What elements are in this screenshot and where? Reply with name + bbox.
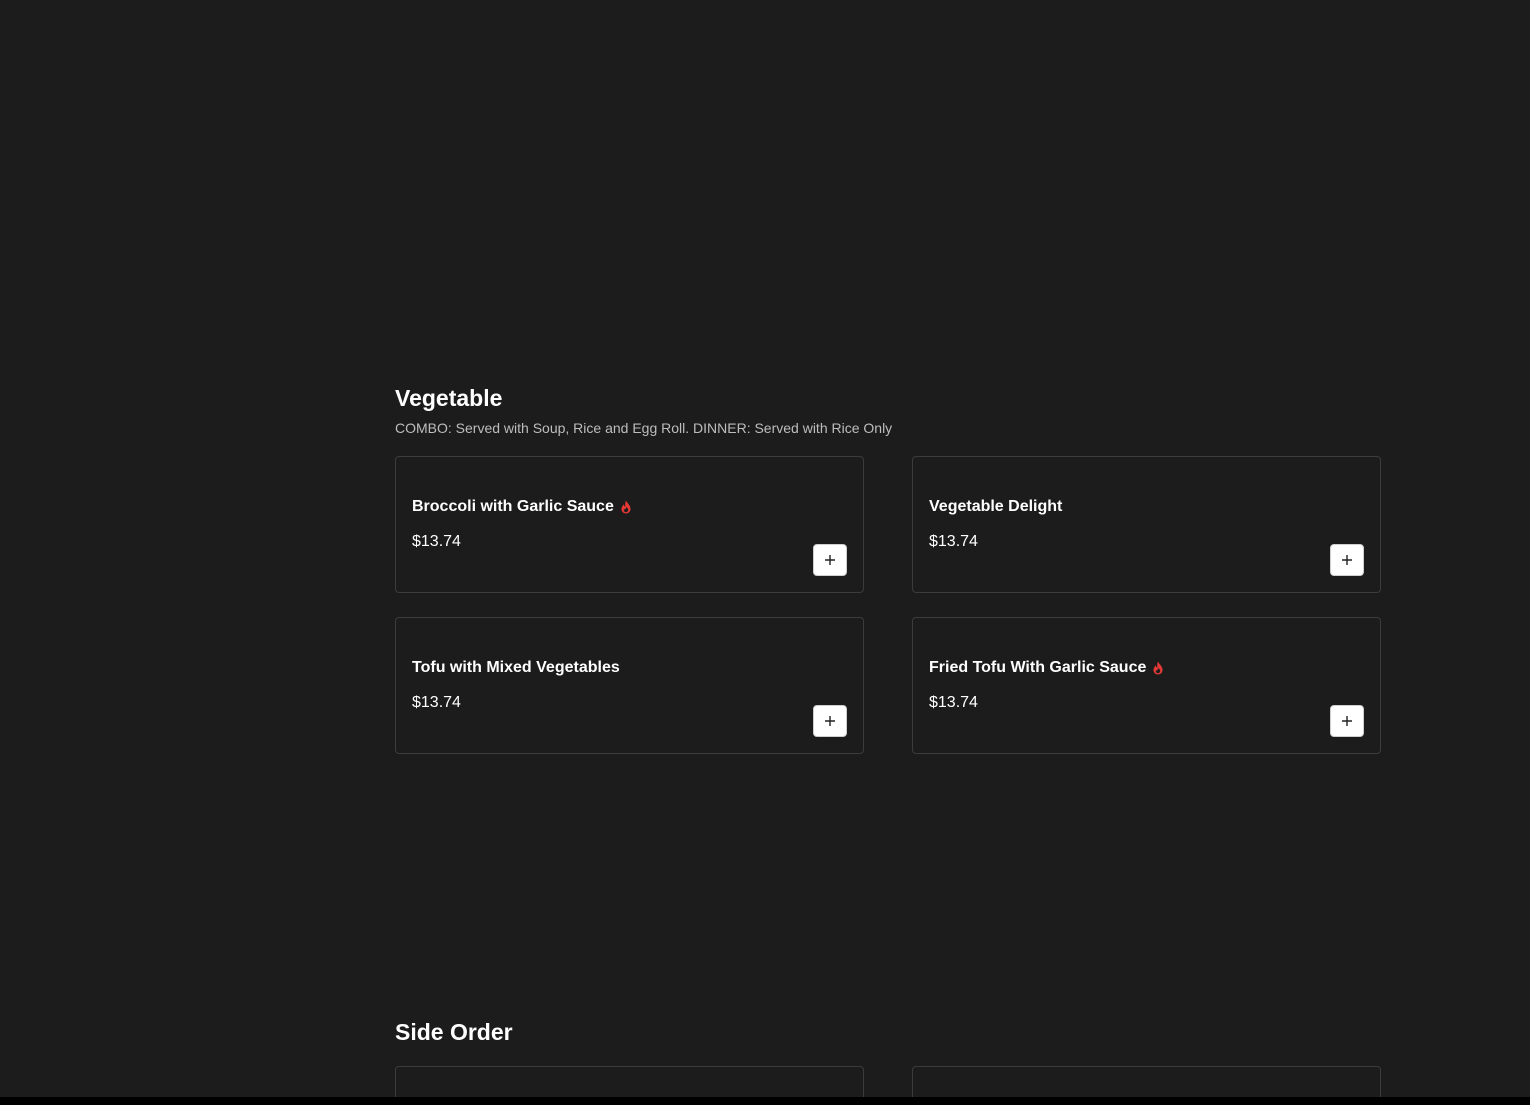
add-item-button[interactable]: [813, 705, 847, 737]
section-description: COMBO: Served with Soup, Rice and Egg Ro…: [395, 420, 893, 436]
menu-item-name-text: Vegetable Delight: [929, 498, 1063, 515]
plus-icon: [825, 716, 835, 726]
add-item-button[interactable]: [813, 544, 847, 576]
plus-icon: [1342, 555, 1352, 565]
menu-item-card[interactable]: Vegetable Delight $13.74: [912, 456, 1381, 593]
menu-item-price: $13.74: [412, 694, 461, 711]
menu-item-name: Broccoli with Garlic Sauce: [412, 497, 632, 517]
menu-item-name: Vegetable Delight: [929, 497, 1062, 517]
menu-item-price: $13.74: [412, 533, 461, 550]
bottom-edge: [0, 1097, 1530, 1105]
menu-item-card[interactable]: Broccoli with Garlic Sauce $13.74: [395, 456, 864, 593]
menu-item-price: $13.74: [929, 694, 978, 711]
plus-icon: [825, 555, 835, 565]
menu-item-name: Fried Tofu With Garlic Sauce: [929, 658, 1164, 678]
menu-items-grid: Broccoli with Garlic Sauce $13.74 Vegeta…: [395, 456, 1381, 754]
menu-item-card[interactable]: Fried Tofu With Garlic Sauce $13.74: [912, 617, 1381, 754]
plus-icon: [1342, 716, 1352, 726]
section-title: Vegetable: [395, 385, 503, 411]
flame-icon: [620, 500, 632, 514]
menu-item-name-text: Tofu with Mixed Vegetables: [412, 659, 620, 676]
section-title: Side Order: [395, 1019, 513, 1045]
menu-section-vegetable: Vegetable COMBO: Served with Soup, Rice …: [395, 383, 1381, 754]
menu-section-side-order: Side Order: [395, 1017, 1381, 1105]
flame-icon: [1152, 661, 1164, 675]
menu-item-name-text: Fried Tofu With Garlic Sauce: [929, 659, 1147, 676]
menu-item-name-text: Broccoli with Garlic Sauce: [412, 498, 614, 515]
menu-item-name: Tofu with Mixed Vegetables: [412, 658, 620, 678]
add-item-button[interactable]: [1330, 705, 1364, 737]
menu-page: Vegetable COMBO: Served with Soup, Rice …: [0, 0, 1530, 1105]
menu-item-price: $13.74: [929, 533, 978, 550]
add-item-button[interactable]: [1330, 544, 1364, 576]
menu-item-card[interactable]: Tofu with Mixed Vegetables $13.74: [395, 617, 864, 754]
